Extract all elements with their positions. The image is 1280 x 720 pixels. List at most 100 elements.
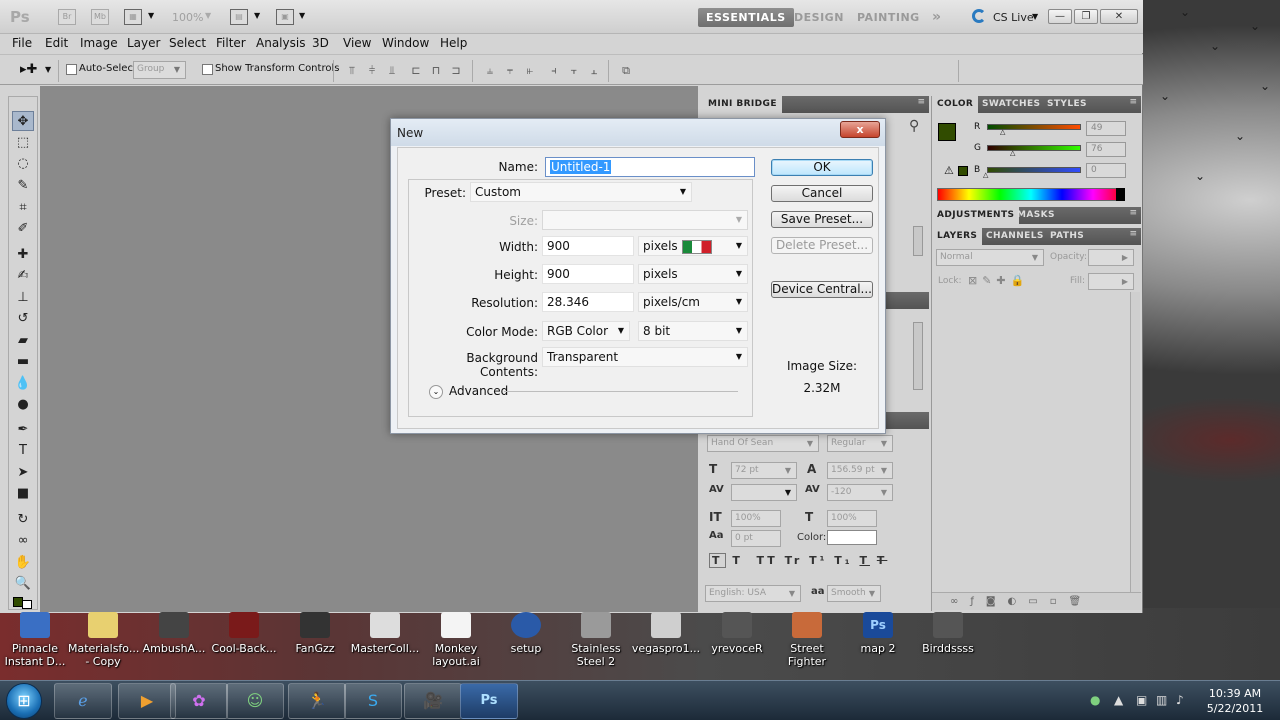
distribute-right-icon[interactable]: ⫠: [586, 64, 602, 77]
tab-masks[interactable]: MASKS: [1012, 207, 1060, 224]
auto-select-target-dropdown[interactable]: Group ▼: [133, 61, 186, 79]
workspace-design[interactable]: DESIGN: [786, 8, 852, 27]
desktop-icon-pinnacle[interactable]: Pinnacle Instant D...: [0, 612, 70, 668]
tab-layers[interactable]: LAYERS: [932, 228, 983, 245]
eyedropper-tool-icon[interactable]: ✐: [12, 219, 34, 239]
kerning-field[interactable]: ▼: [731, 484, 797, 501]
hand-tool-icon[interactable]: ✋: [12, 553, 34, 573]
3d-rotate-tool-icon[interactable]: ↻: [12, 510, 34, 530]
color-mode-dropdown[interactable]: RGB Color ▼: [542, 321, 630, 341]
scrollbar[interactable]: [913, 226, 923, 256]
desktop-icon-stainless-steel[interactable]: Stainless Steel 2: [561, 612, 631, 668]
extras-menu-button[interactable]: ▦: [124, 9, 142, 25]
desktop-icon-ambush[interactable]: AmbushA...: [139, 612, 209, 655]
fill-field[interactable]: ▶: [1088, 273, 1134, 290]
blur-tool-icon[interactable]: 💧: [12, 374, 34, 394]
menu-select[interactable]: Select: [169, 36, 206, 50]
tab-color[interactable]: COLOR: [932, 96, 979, 113]
healing-brush-tool-icon[interactable]: ✚: [12, 245, 34, 265]
dodge-tool-icon[interactable]: ●: [12, 395, 34, 415]
messenger-icon[interactable]: ☺: [226, 683, 284, 719]
crop-tool-icon[interactable]: ⌗: [12, 198, 34, 218]
slider-handle-icon[interactable]: △: [1010, 149, 1015, 157]
tab-styles[interactable]: STYLES: [1042, 96, 1092, 113]
lock-icons[interactable]: ⊠✎✚🔒: [968, 274, 1029, 287]
rectangle-tool-icon[interactable]: ■: [12, 484, 34, 504]
baseline-shift-field[interactable]: 0 pt: [731, 530, 781, 547]
align-right-icon[interactable]: ⊐: [448, 64, 464, 77]
width-input[interactable]: 900: [542, 236, 634, 256]
skype-icon[interactable]: S: [344, 683, 402, 719]
background-color-swatch[interactable]: [22, 600, 32, 609]
desktop-icon-monkey-layout[interactable]: Monkey layout.ai: [421, 612, 491, 668]
camera-icon[interactable]: 🎥: [404, 683, 462, 719]
eraser-tool-icon[interactable]: ▰: [12, 331, 34, 351]
tab-paths[interactable]: PATHS: [1045, 228, 1089, 245]
tray-icon[interactable]: ●: [1090, 693, 1100, 707]
type-tool-icon[interactable]: T: [12, 441, 34, 461]
vertical-scale-field[interactable]: 100%: [731, 510, 781, 527]
panel-menu-icon[interactable]: ≡: [1129, 208, 1137, 218]
resolution-unit-dropdown[interactable]: pixels/cm ▼: [638, 292, 748, 312]
background-contents-dropdown[interactable]: Transparent ▼: [542, 347, 748, 367]
advanced-expand-icon[interactable]: ⌄: [429, 385, 443, 399]
app-icon[interactable]: ✿: [170, 683, 228, 719]
distribute-top-icon[interactable]: ⫨: [482, 64, 498, 77]
cancel-button[interactable]: Cancel: [771, 185, 873, 202]
align-top-icon[interactable]: ⫪: [344, 64, 360, 77]
font-size-field[interactable]: 72 pt ▼: [731, 462, 797, 479]
menu-layer[interactable]: Layer: [127, 36, 160, 50]
scrollbar[interactable]: [913, 322, 923, 390]
red-value[interactable]: 49: [1086, 121, 1126, 136]
faux-bold-button[interactable]: T: [709, 553, 726, 568]
quick-selection-tool-icon[interactable]: ✎: [12, 176, 34, 196]
ok-button[interactable]: OK: [771, 159, 873, 176]
desktop-icon-cool-back[interactable]: Cool-Back...: [209, 612, 279, 655]
show-transform-controls-checkbox[interactable]: [202, 64, 213, 75]
gamut-swatch[interactable]: [958, 166, 968, 176]
desktop-icon-map-2[interactable]: Ps map 2: [843, 612, 913, 655]
height-unit-dropdown[interactable]: pixels ▼: [638, 264, 748, 284]
tab-swatches[interactable]: SWATCHES: [977, 96, 1045, 113]
desktop-icon-materials[interactable]: Materialsfo... - Copy: [68, 612, 139, 668]
blue-slider[interactable]: [987, 167, 1081, 173]
network-icon[interactable]: ▥: [1156, 693, 1167, 707]
launch-bridge-button[interactable]: Br: [58, 9, 76, 25]
workspace-painting[interactable]: PAINTING: [849, 8, 928, 27]
menu-image[interactable]: Image: [80, 36, 118, 50]
desktop-icon-vegaspro[interactable]: vegaspro1...: [631, 612, 701, 655]
cs-live-menu[interactable]: CS Live: [993, 11, 1034, 24]
advanced-label[interactable]: Advanced: [449, 384, 508, 398]
move-tool-preset-icon[interactable]: ▸✚: [20, 62, 37, 77]
align-bottom-icon[interactable]: ⫫: [384, 64, 400, 77]
restore-button[interactable]: ❐: [1074, 9, 1098, 24]
distribute-horizontal-icon[interactable]: ⫟: [566, 64, 582, 77]
layers-footer-buttons[interactable]: ∞ƒ◙◐▭▫🗑: [932, 592, 1141, 610]
opacity-field[interactable]: ▶: [1088, 249, 1134, 266]
marquee-tool-icon[interactable]: ⬚: [12, 133, 34, 153]
desktop-icon-mastercoll[interactable]: MasterColl...: [350, 612, 420, 655]
resolution-input[interactable]: 28.346: [542, 292, 634, 312]
desktop-icon-street-fighter[interactable]: Street Fighter: [772, 612, 842, 668]
distribute-bottom-icon[interactable]: ⫦: [522, 64, 538, 77]
menu-view[interactable]: View: [343, 36, 371, 50]
bit-depth-dropdown[interactable]: 8 bit ▼: [638, 321, 748, 341]
tab-mini-bridge[interactable]: MINI BRIDGE: [703, 96, 782, 113]
tray-icon[interactable]: ▲: [1114, 693, 1123, 707]
path-selection-tool-icon[interactable]: ➤: [12, 463, 34, 483]
tray-icon[interactable]: ▣: [1136, 693, 1147, 707]
pen-tool-icon[interactable]: ✒: [12, 420, 34, 440]
arrange-documents-button[interactable]: ▤: [230, 9, 248, 25]
gamut-warning-icon[interactable]: ⚠: [944, 164, 954, 177]
tab-channels[interactable]: CHANNELS: [981, 228, 1049, 245]
layers-scrollbar[interactable]: [1130, 292, 1140, 592]
desktop-icon-yrevocer[interactable]: yrevoceR: [702, 612, 772, 655]
more-workspaces-button[interactable]: »: [924, 8, 950, 27]
green-slider[interactable]: [987, 145, 1081, 151]
black-swatch[interactable]: [1116, 188, 1125, 201]
panel-menu-icon[interactable]: ≡: [917, 97, 925, 107]
desktop-icon-fangzz[interactable]: FanGzz: [280, 612, 350, 655]
search-icon[interactable]: ⚲: [909, 118, 919, 134]
slider-handle-icon[interactable]: △: [1000, 128, 1005, 136]
brush-tool-icon[interactable]: ✍: [12, 266, 34, 286]
